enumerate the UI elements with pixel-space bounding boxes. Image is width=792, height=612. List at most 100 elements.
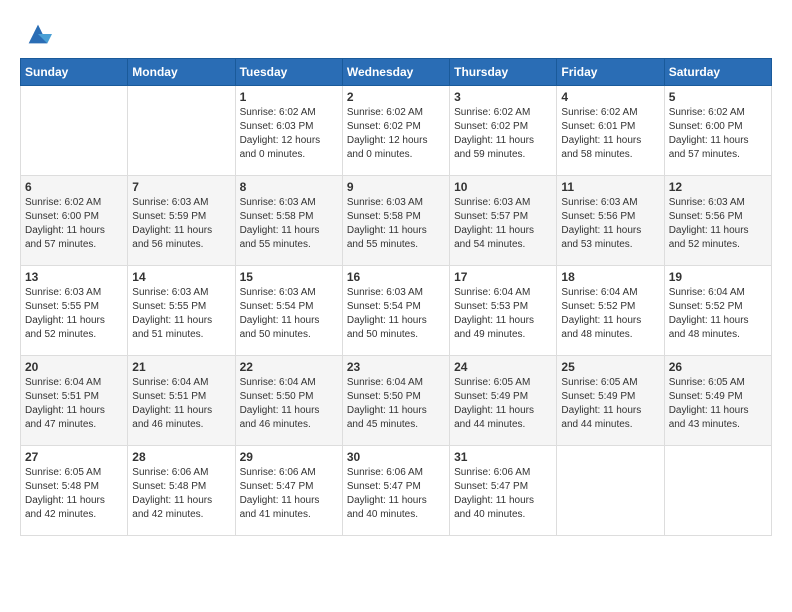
calendar-day-cell: 4Sunrise: 6:02 AMSunset: 6:01 PMDaylight… — [557, 86, 664, 176]
calendar-day-cell — [557, 446, 664, 536]
day-number: 13 — [25, 270, 123, 284]
day-number: 4 — [561, 90, 659, 104]
day-number: 20 — [25, 360, 123, 374]
day-number: 15 — [240, 270, 338, 284]
calendar-day-cell: 1 Sunrise: 6:02 AMSunset: 6:03 PMDaylight… — [235, 86, 342, 176]
day-number: 21 — [132, 360, 230, 374]
calendar-day-cell: 8Sunrise: 6:03 AMSunset: 5:58 PMDaylight… — [235, 176, 342, 266]
day-number: 19 — [669, 270, 767, 284]
day-number: 9 — [347, 180, 445, 194]
day-info: Sunrise: 6:04 AMSunset: 5:50 PMDaylight:… — [240, 376, 338, 432]
day-number: 29 — [240, 450, 338, 464]
day-info: Sunrise: 6:02 AMSunset: 6:02 PMDaylight:… — [347, 106, 445, 162]
day-info: Sunrise: 6:05 AMSunset: 5:49 PMDaylight:… — [454, 376, 552, 432]
day-info: Sunrise: 6:04 AMSunset: 5:52 PMDaylight:… — [669, 286, 767, 342]
day-number: 11 — [561, 180, 659, 194]
calendar-day-cell: 25Sunrise: 6:05 AMSunset: 5:49 PMDayligh… — [557, 356, 664, 446]
day-info: Sunrise: 6:03 AMSunset: 5:55 PMDaylight:… — [132, 286, 230, 342]
day-number: 18 — [561, 270, 659, 284]
calendar-day-cell: 20Sunrise: 6:04 AMSunset: 5:51 PMDayligh… — [21, 356, 128, 446]
day-number: 17 — [454, 270, 552, 284]
day-info: Sunrise: 6:04 AMSunset: 5:53 PMDaylight:… — [454, 286, 552, 342]
day-number: 24 — [454, 360, 552, 374]
day-info: Sunrise: 6:02 AMSunset: 6:00 PMDaylight:… — [25, 196, 123, 252]
calendar-day-cell: 23 Sunrise: 6:04 AMSunset: 5:50 PMDayligh… — [342, 356, 449, 446]
day-info: Sunrise: 6:03 AMSunset: 5:58 PMDaylight:… — [347, 196, 445, 252]
calendar-week-row: 20 Sunrise: 6:04 AMSunset: 5:51 PMDayligh… — [21, 356, 772, 446]
logo-icon — [24, 20, 52, 48]
calendar-day-cell: 3 Sunrise: 6:02 AMSunset: 6:02 PMDaylight… — [450, 86, 557, 176]
day-info: Sunrise: 6:03 AMSunset: 5:57 PMDaylight:… — [454, 196, 552, 252]
calendar-day-cell: 29Sunrise: 6:06 AMSunset: 5:47 PMDayligh… — [235, 446, 342, 536]
day-info: Sunrise: 6:02 AMSunset: 6:02 PMDaylight:… — [454, 106, 552, 162]
calendar-day-cell: 24 Sunrise: 6:05 AMSunset: 5:49 PMDayligh… — [450, 356, 557, 446]
day-of-week-header: Tuesday — [235, 59, 342, 86]
day-number: 31 — [454, 450, 552, 464]
day-of-week-header: Sunday — [21, 59, 128, 86]
day-info: Sunrise: 6:03 AMSunset: 5:54 PMDaylight:… — [240, 286, 338, 342]
calendar-week-row: 27 Sunrise: 6:05 AMSunset: 5:48 PMDayligh… — [21, 446, 772, 536]
calendar-day-cell: 12Sunrise: 6:03 AMSunset: 5:56 PMDayligh… — [664, 176, 771, 266]
calendar-day-cell — [664, 446, 771, 536]
day-number: 7 — [132, 180, 230, 194]
calendar-week-row: 1 Sunrise: 6:02 AMSunset: 6:03 PMDaylight… — [21, 86, 772, 176]
calendar-day-cell: 31 Sunrise: 6:06 AMSunset: 5:47 PMDayligh… — [450, 446, 557, 536]
day-of-week-header: Friday — [557, 59, 664, 86]
day-number: 1 — [240, 90, 338, 104]
days-of-week-row: SundayMondayTuesdayWednesdayThursdayFrid… — [21, 59, 772, 86]
day-number: 12 — [669, 180, 767, 194]
day-number: 30 — [347, 450, 445, 464]
day-number: 23 — [347, 360, 445, 374]
day-number: 22 — [240, 360, 338, 374]
day-info: Sunrise: 6:02 AMSunset: 6:03 PMDaylight:… — [240, 106, 338, 162]
calendar-table: SundayMondayTuesdayWednesdayThursdayFrid… — [20, 58, 772, 536]
day-info: Sunrise: 6:04 AMSunset: 5:50 PMDaylight:… — [347, 376, 445, 432]
calendar-day-cell: 19 Sunrise: 6:04 AMSunset: 5:52 PMDayligh… — [664, 266, 771, 356]
calendar-day-cell — [128, 86, 235, 176]
logo — [20, 20, 52, 48]
calendar-week-row: 6Sunrise: 6:02 AMSunset: 6:00 PMDaylight… — [21, 176, 772, 266]
day-number: 3 — [454, 90, 552, 104]
day-info: Sunrise: 6:04 AMSunset: 5:52 PMDaylight:… — [561, 286, 659, 342]
day-info: Sunrise: 6:05 AMSunset: 5:48 PMDaylight:… — [25, 466, 123, 522]
calendar-body: 1 Sunrise: 6:02 AMSunset: 6:03 PMDaylight… — [21, 86, 772, 536]
day-of-week-header: Thursday — [450, 59, 557, 86]
day-info: Sunrise: 6:03 AMSunset: 5:56 PMDaylight:… — [561, 196, 659, 252]
calendar-day-cell: 14 Sunrise: 6:03 AMSunset: 5:55 PMDayligh… — [128, 266, 235, 356]
day-number: 27 — [25, 450, 123, 464]
day-info: Sunrise: 6:05 AMSunset: 5:49 PMDaylight:… — [669, 376, 767, 432]
calendar-day-cell: 13 Sunrise: 6:03 AMSunset: 5:55 PMDayligh… — [21, 266, 128, 356]
day-number: 14 — [132, 270, 230, 284]
calendar-day-cell: 11 Sunrise: 6:03 AMSunset: 5:56 PMDayligh… — [557, 176, 664, 266]
calendar-day-cell: 16 Sunrise: 6:03 AMSunset: 5:54 PMDayligh… — [342, 266, 449, 356]
calendar-day-cell: 22 Sunrise: 6:04 AMSunset: 5:50 PMDayligh… — [235, 356, 342, 446]
day-info: Sunrise: 6:06 AMSunset: 5:47 PMDaylight:… — [454, 466, 552, 522]
calendar-day-cell: 9 Sunrise: 6:03 AMSunset: 5:58 PMDaylight… — [342, 176, 449, 266]
calendar-day-cell: 5Sunrise: 6:02 AMSunset: 6:00 PMDaylight… — [664, 86, 771, 176]
calendar-day-cell: 7Sunrise: 6:03 AMSunset: 5:59 PMDaylight… — [128, 176, 235, 266]
calendar-day-cell: 18 Sunrise: 6:04 AMSunset: 5:52 PMDayligh… — [557, 266, 664, 356]
day-number: 28 — [132, 450, 230, 464]
calendar-day-cell: 15 Sunrise: 6:03 AMSunset: 5:54 PMDayligh… — [235, 266, 342, 356]
page-header — [20, 20, 772, 48]
calendar-day-cell: 26 Sunrise: 6:05 AMSunset: 5:49 PMDayligh… — [664, 356, 771, 446]
day-number: 16 — [347, 270, 445, 284]
day-number: 10 — [454, 180, 552, 194]
calendar-header: SundayMondayTuesdayWednesdayThursdayFrid… — [21, 59, 772, 86]
day-of-week-header: Wednesday — [342, 59, 449, 86]
calendar-week-row: 13 Sunrise: 6:03 AMSunset: 5:55 PMDayligh… — [21, 266, 772, 356]
day-number: 26 — [669, 360, 767, 374]
calendar-day-cell: 10 Sunrise: 6:03 AMSunset: 5:57 PMDayligh… — [450, 176, 557, 266]
calendar-day-cell: 6Sunrise: 6:02 AMSunset: 6:00 PMDaylight… — [21, 176, 128, 266]
day-info: Sunrise: 6:02 AMSunset: 6:00 PMDaylight:… — [669, 106, 767, 162]
day-info: Sunrise: 6:06 AMSunset: 5:48 PMDaylight:… — [132, 466, 230, 522]
day-of-week-header: Monday — [128, 59, 235, 86]
day-info: Sunrise: 6:03 AMSunset: 5:54 PMDaylight:… — [347, 286, 445, 342]
calendar-day-cell: 17 Sunrise: 6:04 AMSunset: 5:53 PMDayligh… — [450, 266, 557, 356]
calendar-day-cell: 21 Sunrise: 6:04 AMSunset: 5:51 PMDayligh… — [128, 356, 235, 446]
day-number: 25 — [561, 360, 659, 374]
calendar-day-cell: 27 Sunrise: 6:05 AMSunset: 5:48 PMDayligh… — [21, 446, 128, 536]
calendar-day-cell: 2Sunrise: 6:02 AMSunset: 6:02 PMDaylight… — [342, 86, 449, 176]
day-info: Sunrise: 6:04 AMSunset: 5:51 PMDaylight:… — [132, 376, 230, 432]
day-info: Sunrise: 6:03 AMSunset: 5:55 PMDaylight:… — [25, 286, 123, 342]
